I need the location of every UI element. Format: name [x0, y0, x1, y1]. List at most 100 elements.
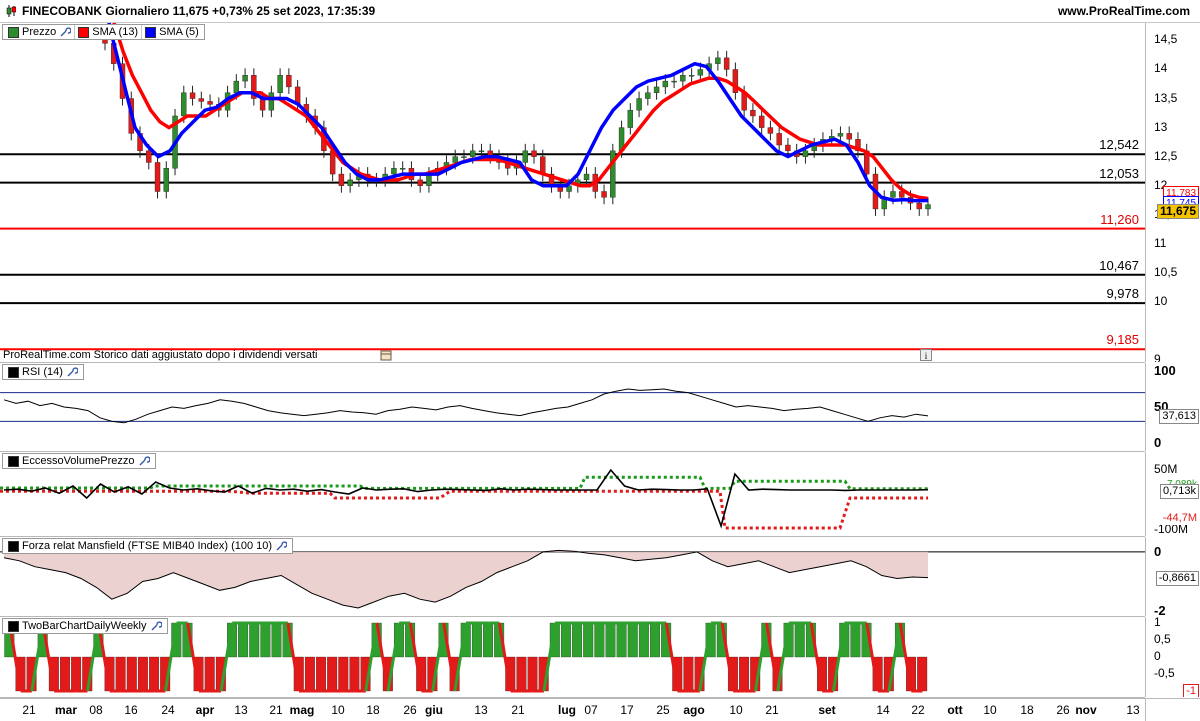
twobar-tick-label: 0 [1154, 649, 1161, 663]
twobar-tick-label: 0,5 [1154, 632, 1171, 646]
twobar-legend: TwoBarChartDailyWeekly [2, 618, 168, 634]
twobar-bar [594, 622, 605, 658]
legend-twobar[interactable]: TwoBarChartDailyWeekly [5, 619, 165, 633]
date-label: mag [289, 703, 315, 717]
legend-mansfield[interactable]: Forza relat Mansfield (FTSE MIB40 Index)… [5, 539, 290, 553]
price-legend: Prezzo SMA (13) SMA (5) [2, 24, 205, 40]
twobar-bar [516, 656, 527, 692]
chart-window: FINECOBANK Giornaliero 11,675 +0,73% 25 … [0, 0, 1200, 721]
twobar-bar [304, 656, 315, 692]
date-label: mar [54, 703, 78, 717]
twobar-bar [126, 656, 137, 692]
rsi-panel[interactable]: RSI (14) [0, 363, 1145, 452]
price-panel[interactable]: Prezzo SMA (13) SMA (5) ProRealTime.com … [0, 23, 1145, 363]
price-tick-label: 14,5 [1154, 32, 1178, 47]
twobar-bar [115, 656, 126, 692]
rsi-value-tag: 37,613 [1159, 408, 1199, 424]
axis-corner [1145, 698, 1200, 721]
candle-body [645, 92, 651, 99]
candle-body [233, 80, 240, 93]
twobar-bar [271, 622, 282, 658]
twobar-bar [149, 656, 160, 692]
date-label: 10 [983, 703, 997, 717]
date-label: 18 [366, 703, 380, 717]
twobar-bar [238, 622, 249, 658]
candle-body [470, 150, 476, 157]
candle-body [338, 173, 345, 186]
wrench-icon[interactable] [275, 540, 288, 552]
twobar-bar [349, 656, 360, 692]
rsi-legend: RSI (14) [2, 364, 84, 380]
price-tick-label: 12,5 [1154, 148, 1178, 163]
date-label: 25 [656, 703, 670, 717]
candle-body [478, 150, 485, 153]
candle-body [636, 98, 642, 111]
price-tick-label: 10,5 [1154, 264, 1178, 279]
price-tick-label: 11 [1154, 235, 1167, 250]
info-icon[interactable]: i [920, 349, 932, 361]
wrench-icon[interactable] [66, 366, 78, 378]
candle-body [268, 92, 275, 111]
wrench-icon[interactable] [150, 620, 162, 632]
date-label: 08 [89, 703, 103, 717]
twobar-axis[interactable]: 1 0,5 0 -0,5 -1 [1145, 617, 1200, 697]
sma5-line [107, 23, 929, 203]
wrench-icon[interactable] [59, 26, 72, 38]
evp-value-tag: 0,713k [1159, 483, 1199, 499]
twobar-panel[interactable]: TwoBarChartDailyWeekly [0, 617, 1145, 698]
price-axis[interactable]: 14,51413,51312,51211,51110,510911,78311,… [1145, 23, 1200, 362]
date-axis[interactable]: 21 mar 08 16 24 apr 13 21 mag 10 18 26 giu 13 21 lug 07 1… [0, 698, 1145, 721]
candle-body [391, 168, 397, 175]
mansfield-axis[interactable]: 0 -2 -0,8661 [1145, 537, 1200, 616]
legend-sma13[interactable]: SMA (13) [75, 25, 143, 39]
evp-legend: EccessoVolumePrezzo [2, 453, 156, 469]
evp-panel[interactable]: EccessoVolumePrezzo [0, 452, 1145, 537]
date-label: 21 [269, 703, 283, 717]
wrench-icon[interactable] [138, 455, 150, 467]
date-label: nov [1075, 703, 1097, 717]
candle-body [680, 75, 686, 82]
candle-body [207, 101, 213, 105]
date-label: 10 [331, 703, 345, 717]
evp-axis[interactable]: 50M-100M7,089k0,713k-44,7M [1145, 452, 1200, 536]
level-label-2: 11,260 [1098, 211, 1141, 227]
date-label: 21 [22, 703, 36, 717]
candle-body [916, 202, 922, 210]
candle-body [802, 150, 809, 157]
candle-body [890, 191, 896, 198]
candle-body [758, 115, 765, 128]
candle-body [198, 98, 205, 102]
twobar-bar [917, 656, 928, 692]
date-label: 16 [124, 703, 138, 717]
legend-rsi[interactable]: RSI (14) [5, 365, 81, 379]
candle-body [723, 57, 730, 70]
date-label: 17 [620, 703, 634, 717]
candle-body [715, 57, 721, 64]
date-label: 26 [403, 703, 417, 717]
legend-evp[interactable]: EccessoVolumePrezzo [5, 454, 153, 468]
twobar-bar [137, 656, 148, 692]
twobar-bar [794, 622, 805, 658]
date-label: 10 [729, 703, 743, 717]
legend-price[interactable]: Prezzo [5, 25, 76, 39]
twobar-bar [71, 656, 82, 692]
twobar-bar [616, 622, 627, 658]
site-link[interactable]: www.ProRealTime.com [1058, 4, 1190, 18]
twobar-bar [850, 622, 861, 658]
mansfield-panel[interactable]: Forza relat Mansfield (FTSE MIB40 Index)… [0, 537, 1145, 617]
evp-lower-tag: -44,7M [1160, 511, 1199, 525]
twobar-bar [650, 622, 660, 658]
mansfield-value-tag: -0,8661 [1155, 570, 1199, 586]
twobar-value-tag: -1 [1183, 684, 1199, 697]
mansfield-tick-label: 0 [1154, 543, 1162, 559]
level-label-1: 12,053 [1097, 165, 1141, 181]
date-label: 13 [474, 703, 488, 717]
legend-sma5[interactable]: SMA (5) [142, 25, 202, 39]
twobar-chart [4, 621, 928, 693]
calendar-icon[interactable] [380, 349, 392, 361]
price-tick-label: 13,5 [1154, 90, 1178, 105]
price-tick-label: 13 [1154, 119, 1168, 134]
date-label: apr [195, 703, 215, 717]
rsi-axis[interactable]: 100 50 0 37,613 [1145, 363, 1200, 451]
evp-tick-label: 50M [1154, 462, 1178, 476]
